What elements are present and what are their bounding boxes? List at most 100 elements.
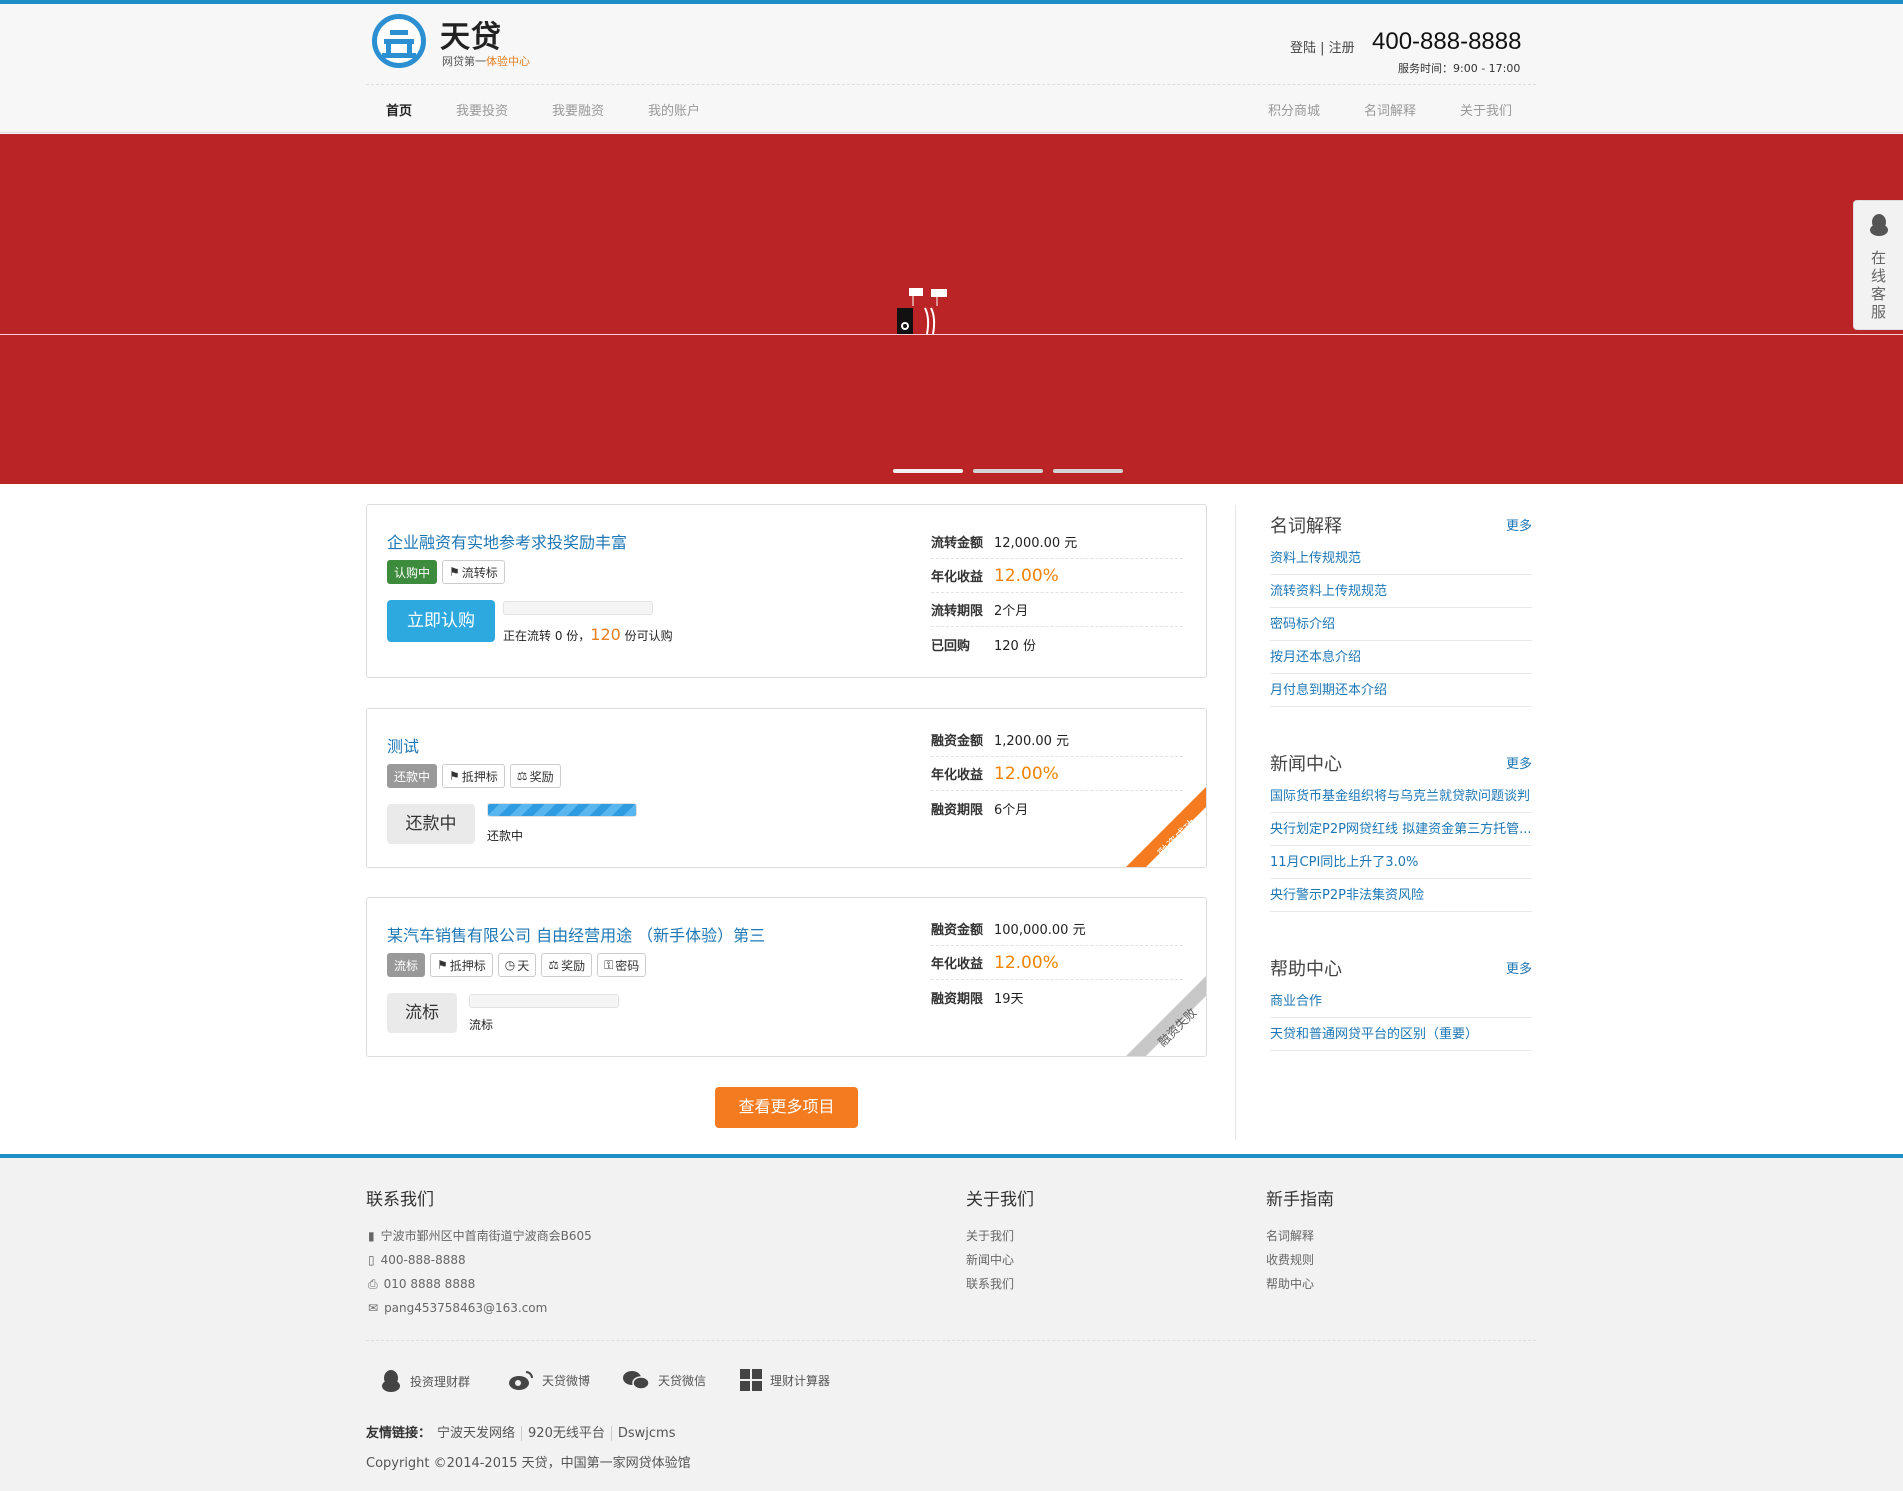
tagline: 网贷第一体验中心 xyxy=(442,55,530,68)
project-title[interactable]: 某汽车销售有限公司 自由经营用途 （新手体验）第三 xyxy=(387,922,765,946)
header-divider xyxy=(366,84,1536,85)
site-header xyxy=(0,4,1903,133)
nav-home[interactable]: 首页 xyxy=(386,100,412,119)
tag-transfer: ⚑ 流转标 xyxy=(442,560,505,584)
calculator-icon xyxy=(740,1369,762,1391)
email-row: ✉ pang453758463@163.com xyxy=(368,1296,592,1320)
guide-list: 名词解释 收费规则 帮助中心 xyxy=(1266,1224,1314,1296)
slider-dot[interactable] xyxy=(973,469,1043,473)
tag-icon: ⚑ xyxy=(449,769,460,783)
footer-link[interactable]: 名词解释 xyxy=(1266,1224,1314,1248)
friend-link[interactable]: Dswjcms xyxy=(612,1426,682,1441)
progress-fill xyxy=(488,804,636,816)
subscribe-button[interactable]: 立即认购 xyxy=(387,600,495,642)
nav-glossary[interactable]: 名词解释 xyxy=(1364,100,1416,119)
nav-about[interactable]: 关于我们 xyxy=(1460,100,1512,119)
info-row: 年化收益 12.00% xyxy=(931,559,1183,593)
news-item[interactable]: 国际货币基金组织将与乌克兰就贷款问题谈判 xyxy=(1270,780,1532,813)
social-weibo[interactable]: 天贷微博 xyxy=(508,1369,590,1391)
progress-text: 流标 xyxy=(469,1018,494,1032)
info-row: 年化收益 12.00% xyxy=(931,757,1183,791)
progress-bar xyxy=(487,803,637,817)
info-row: 流转期限 2个月 xyxy=(931,593,1183,627)
social-qq[interactable]: 投资理财群 xyxy=(380,1369,470,1393)
help-heading: 帮助中心 更多 xyxy=(1270,955,1532,985)
news-item[interactable]: 央行警示P2P非法集资风险 xyxy=(1270,879,1532,912)
footer-link[interactable]: 帮助中心 xyxy=(1266,1272,1314,1296)
glossary-item[interactable]: 流转资料上传规规范 xyxy=(1270,575,1532,608)
progress-bar xyxy=(469,994,619,1008)
help-item[interactable]: 天贷和普通网贷平台的区别（重要） xyxy=(1270,1018,1532,1051)
project-title[interactable]: 企业融资有实地参考求投奖励丰富 xyxy=(387,529,627,553)
news-more-link[interactable]: 更多 xyxy=(1506,750,1532,780)
nav-account[interactable]: 我的账户 xyxy=(648,100,700,119)
contact-heading: 联系我们 xyxy=(366,1190,434,1210)
project-card: 某汽车销售有限公司 自由经营用途 （新手体验）第三 流标 ⚑ 抵押标 ◷ 天 ⚖ 奖励… xyxy=(366,897,1207,1057)
login-link[interactable]: 登陆 xyxy=(1290,41,1316,56)
progress-text: 还款中 xyxy=(487,829,524,843)
tag-mortgage: ⚑ 抵押标 xyxy=(430,953,493,977)
failed-button[interactable]: 流标 xyxy=(387,993,457,1033)
friend-links-label: 友情链接： xyxy=(366,1426,432,1441)
repaying-button[interactable]: 还款中 xyxy=(387,804,475,844)
nav-points-mall[interactable]: 积分商城 xyxy=(1268,100,1320,119)
slider-dot[interactable] xyxy=(893,469,963,473)
help-more-link[interactable]: 更多 xyxy=(1506,955,1532,985)
mobile-row: ▯ 400-888-8888 xyxy=(368,1248,592,1272)
online-service-tab[interactable]: 在线客服 xyxy=(1853,200,1903,330)
register-link[interactable]: 注册 xyxy=(1329,41,1355,56)
status-ribbon: 融资成功 xyxy=(1126,787,1206,867)
project-card: 企业融资有实地参考求投奖励丰富 认购中 ⚑ 流转标 立即认购 正在流转 0 份，1… xyxy=(366,504,1207,678)
glossary-item[interactable]: 资料上传规规范 xyxy=(1270,542,1532,575)
contact-list: ▮ 宁波市鄞州区中首南街道宁波商会B605 ▯ 400-888-8888 ⎙ 010 … xyxy=(368,1224,592,1320)
glossary-more-link[interactable]: 更多 xyxy=(1506,512,1532,542)
mobile-icon: ▯ xyxy=(368,1253,375,1267)
glossary-item[interactable]: 月付息到期还本介绍 xyxy=(1270,674,1532,707)
nav-invest[interactable]: 我要投资 xyxy=(456,100,508,119)
copyright: Copyright ©2014-2015 天贷，中国第一家网贷体验馆 xyxy=(366,1456,691,1471)
friend-link[interactable]: 920无线平台 xyxy=(522,1426,612,1441)
status-badge: 流标 xyxy=(387,953,426,977)
footer-link[interactable]: 收费规则 xyxy=(1266,1248,1314,1272)
hotline-number: 400-888-8888 xyxy=(1372,28,1522,55)
footer-link[interactable]: 新闻中心 xyxy=(966,1248,1014,1272)
fax-row: ⎙ 010 8888 8888 xyxy=(368,1272,592,1296)
help-panel: 帮助中心 更多 商业合作 天贷和普通网贷平台的区别（重要） xyxy=(1270,955,1532,1051)
hero-banner[interactable] xyxy=(0,134,1903,484)
social-wechat[interactable]: 天贷微信 xyxy=(622,1369,706,1391)
tag-reward: ⚖ 奖励 xyxy=(541,953,593,977)
wechat-icon xyxy=(623,1371,650,1390)
glossary-panel: 名词解释 更多 资料上传规规范 流转资料上传规规范 密码标介绍 按月还本息介绍 月… xyxy=(1270,512,1532,707)
status-badge: 还款中 xyxy=(387,764,438,788)
tag-reward: ⚖ 奖励 xyxy=(509,764,561,788)
footer-link[interactable]: 联系我们 xyxy=(966,1272,1014,1296)
online-service-label: 在线客服 xyxy=(1870,249,1886,321)
tag-day: ◷ 天 xyxy=(497,953,537,977)
nav-financing[interactable]: 我要融资 xyxy=(552,100,604,119)
more-projects-button[interactable]: 查看更多项目 xyxy=(715,1087,858,1128)
project-tags: 流标 ⚑ 抵押标 ◷ 天 ⚖ 奖励 ⚿ 密码 xyxy=(387,953,647,977)
lock-icon: ⚿ xyxy=(604,957,614,972)
guide-heading: 新手指南 xyxy=(1266,1190,1334,1210)
service-hours: 服务时间：9:00 - 17:00 xyxy=(1398,62,1521,75)
info-row: 已回购 120 份 xyxy=(931,638,1036,654)
clock-icon: ◷ xyxy=(504,958,516,972)
friend-link[interactable]: 宁波天发网络 xyxy=(431,1426,523,1441)
address-row: ▮ 宁波市鄞州区中首南街道宁波商会B605 xyxy=(368,1224,592,1248)
status-ribbon: 融资失败 xyxy=(1126,976,1206,1056)
news-item[interactable]: 央行划定P2P网贷红线 拟建资金第三方托管... xyxy=(1270,813,1532,846)
glossary-item[interactable]: 密码标介绍 xyxy=(1270,608,1532,641)
slider-dot[interactable] xyxy=(1053,469,1123,473)
glossary-heading: 名词解释 更多 xyxy=(1270,512,1532,542)
glossary-item[interactable]: 按月还本息介绍 xyxy=(1270,641,1532,674)
project-title[interactable]: 测试 xyxy=(387,733,419,757)
news-item[interactable]: 11月CPI同比上升了3.0% xyxy=(1270,846,1532,879)
column-divider xyxy=(1235,505,1236,1140)
reward-icon: ⚖ xyxy=(516,769,528,783)
brand-name[interactable]: 天贷 xyxy=(440,12,502,56)
help-item[interactable]: 商业合作 xyxy=(1270,985,1532,1018)
social-calculator[interactable]: 理财计算器 xyxy=(740,1369,830,1391)
footer-link[interactable]: 关于我们 xyxy=(966,1224,1014,1248)
auth-links: 登陆 | 注册 xyxy=(1290,41,1355,56)
logo-icon[interactable] xyxy=(372,14,426,68)
